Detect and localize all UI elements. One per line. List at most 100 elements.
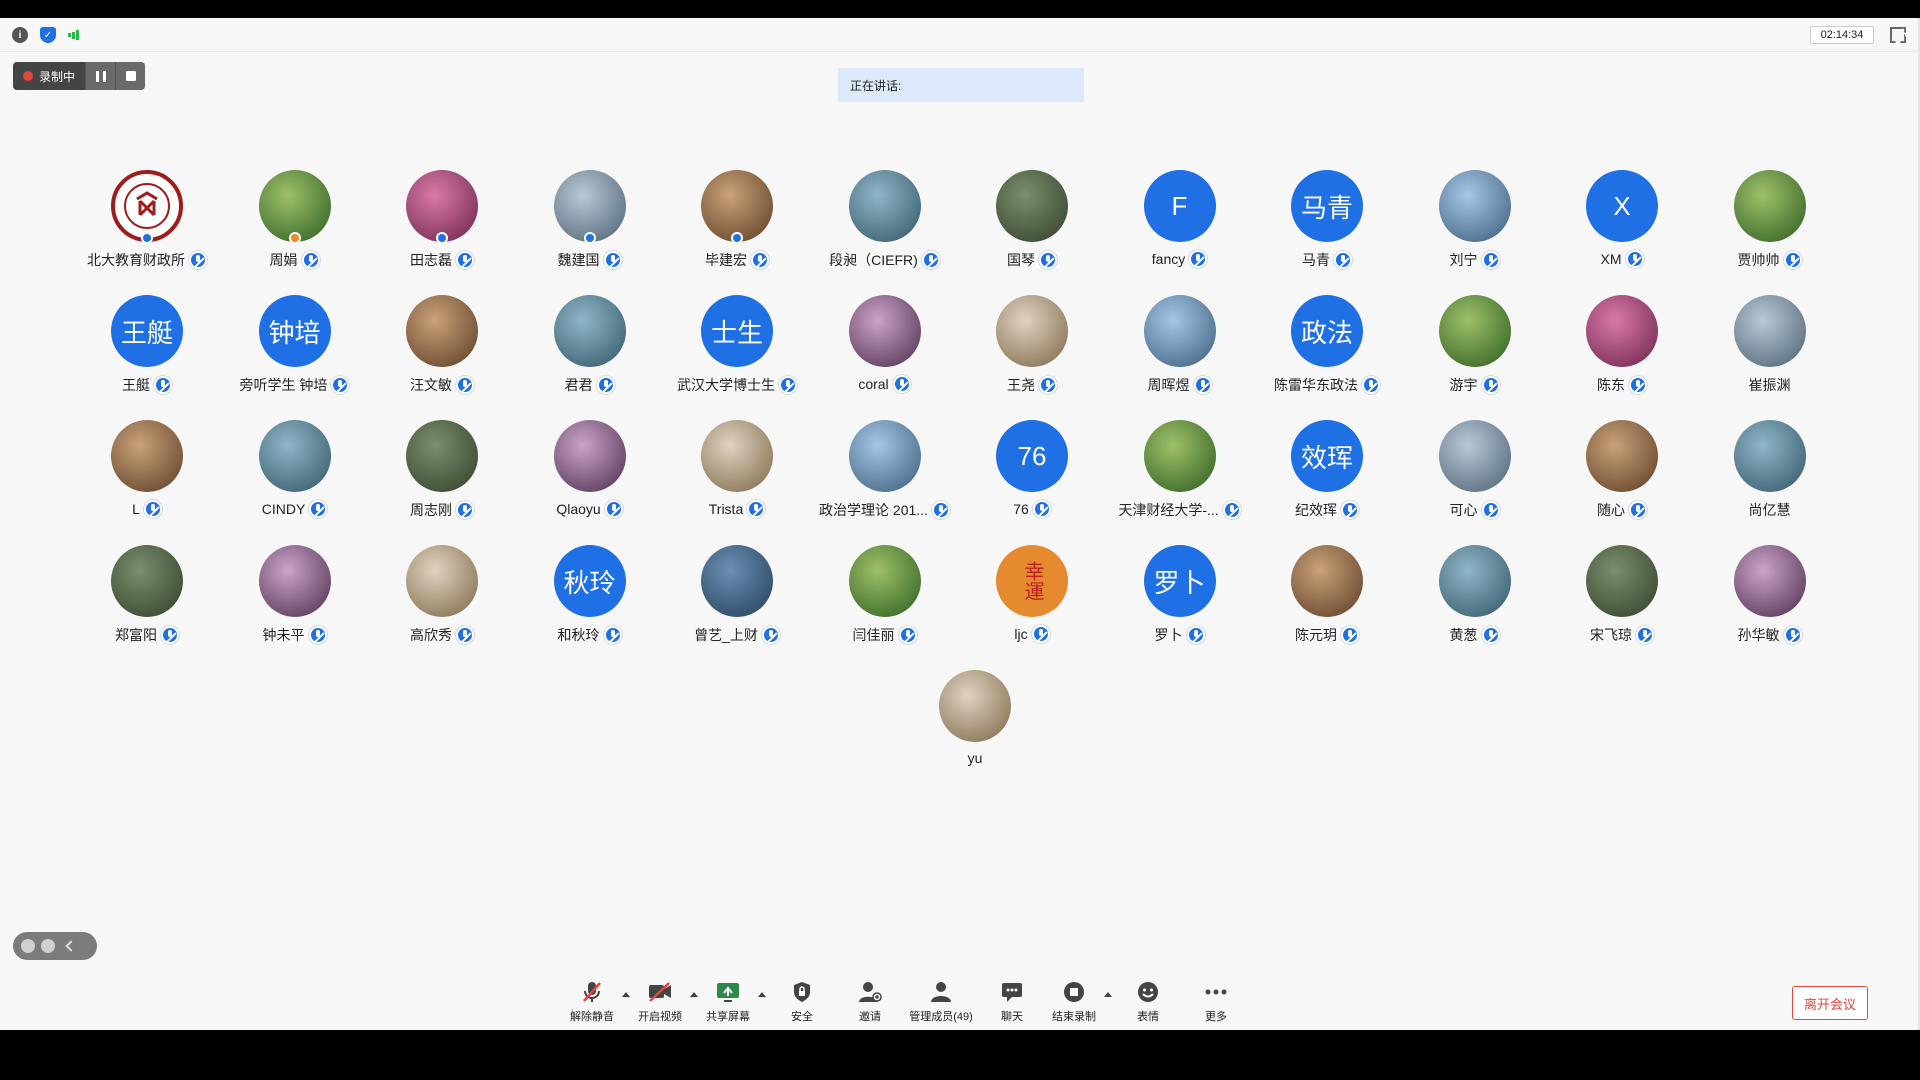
start-video-button[interactable]: 开启视频 <box>628 978 692 1030</box>
participant-tile[interactable]: 刘宁 <box>1400 170 1550 280</box>
security-button[interactable]: 安全 <box>770 978 834 1030</box>
avatar <box>1586 420 1658 492</box>
avatar <box>1733 420 1806 492</box>
participant-tile[interactable]: 陈元玥 <box>1252 545 1402 655</box>
participant-tile[interactable]: 高欣秀 <box>367 545 517 655</box>
more-button[interactable]: 更多 <box>1184 978 1248 1030</box>
chat-bubble-icon[interactable] <box>41 939 55 953</box>
participant-tile[interactable]: 政治学理论 201... <box>810 420 960 530</box>
participant-name-row: 王尧 <box>957 375 1107 395</box>
participant-tile[interactable]: yu <box>900 670 1050 780</box>
participant-tile[interactable]: 周志刚 <box>367 420 517 530</box>
invite-button[interactable]: 邀请 <box>838 978 902 1030</box>
participant-tile[interactable]: 马青 马青 <box>1252 170 1402 280</box>
unmute-button[interactable]: 解除静音 <box>560 978 624 1030</box>
participant-tile[interactable]: 周娟 <box>220 170 370 280</box>
participant-tile[interactable]: 游宇 <box>1400 295 1550 405</box>
participant-tile[interactable]: 王尧 <box>957 295 1107 405</box>
participant-tile[interactable]: Qlaoyu <box>515 420 665 530</box>
collapse-chevron-icon[interactable] <box>65 940 77 952</box>
participant-name-row: 陈东 <box>1547 375 1697 395</box>
participant-name-row: 刘宁 <box>1400 250 1550 270</box>
participant-tile[interactable]: 北大教育财政所 <box>72 170 222 280</box>
signal-icon[interactable] <box>66 27 82 43</box>
participant-name-row: Trista <box>662 500 812 518</box>
participant-tile[interactable]: 贾帅帅 <box>1695 170 1845 280</box>
participant-tile[interactable]: 宋飞琼 <box>1547 545 1697 655</box>
emoji-icon[interactable] <box>21 939 35 953</box>
screen-bottom-border <box>0 1030 1920 1080</box>
share-screen-button[interactable]: 共享屏幕 <box>696 978 760 1030</box>
participant-tile[interactable]: 士生 武汉大学博士生 <box>662 295 812 405</box>
participant-name-row: 王艇 <box>72 375 222 395</box>
participant-name-row: 陈元玥 <box>1252 625 1402 645</box>
muted-mic-icon <box>143 500 162 518</box>
participant-name-row: 钟未平 <box>220 625 370 645</box>
muted-mic-icon <box>456 626 474 644</box>
participant-tile[interactable]: 周晖煜 <box>1105 295 1255 405</box>
muted-mic-icon <box>898 626 917 644</box>
participant-tile[interactable]: Trista <box>662 420 812 530</box>
participant-tile[interactable]: 随心 <box>1547 420 1697 530</box>
participant-tile[interactable]: 毕建宏 <box>662 170 812 280</box>
participant-name-row: 游宇 <box>1400 375 1550 395</box>
participant-tile[interactable]: CINDY <box>220 420 370 530</box>
participant-tile[interactable]: Ffancy <box>1105 170 1255 280</box>
muted-mic-icon <box>456 376 474 394</box>
avatar <box>553 295 626 367</box>
meeting-window: i ✓ 02:14:34 录制中 正在讲话: 北大教育财政所 周娟 田志磊 魏建国 毕建… <box>0 18 1920 1030</box>
participant-name: 王尧 <box>1007 377 1035 393</box>
participant-tile[interactable]: 君君 <box>515 295 665 405</box>
info-icon[interactable]: i <box>12 27 28 43</box>
participant-tile[interactable]: 尚亿慧 <box>1695 420 1845 530</box>
host-badge-icon <box>583 232 596 244</box>
pause-recording-button[interactable] <box>85 62 116 90</box>
participant-tile[interactable]: X XM <box>1547 170 1697 280</box>
participant-tile[interactable]: 罗卜 罗卜 <box>1105 545 1255 655</box>
participant-tile[interactable]: 孙华敏 <box>1695 545 1845 655</box>
participant-tile[interactable]: 天津财经大学-... <box>1105 420 1255 530</box>
participant-tile[interactable]: 田志磊 <box>367 170 517 280</box>
video-off-icon <box>647 980 673 1004</box>
reaction-pill[interactable] <box>13 932 97 960</box>
stop-recording-toolbar-button[interactable]: 结束录制 <box>1042 978 1106 1030</box>
participant-tile[interactable]: 效珲 纪效珲 <box>1252 420 1402 530</box>
participant-tile[interactable]: 段昶（CIEFR) <box>810 170 960 280</box>
avatar <box>939 670 1011 742</box>
participant-name-row: 闫佳丽 <box>810 625 960 645</box>
participant-tile[interactable]: 钟未平 <box>220 545 370 655</box>
reactions-button[interactable]: 表情 <box>1116 978 1180 1030</box>
participant-tile[interactable]: 可心 <box>1400 420 1550 530</box>
fullscreen-icon[interactable] <box>1890 27 1906 43</box>
participant-tile[interactable]: 闫佳丽 <box>810 545 960 655</box>
record-options-caret[interactable] <box>1104 992 1112 997</box>
participant-tile[interactable]: 国琴 <box>957 170 1107 280</box>
participant-tile[interactable]: 郑富阳 <box>72 545 222 655</box>
participant-tile[interactable]: 黄葱 <box>1400 545 1550 655</box>
participant-name: 北大教育财政所 <box>87 252 185 268</box>
participant-tile[interactable]: 曾艺_上财 <box>662 545 812 655</box>
participant-tile[interactable]: 76 76 <box>957 420 1107 530</box>
shield-icon[interactable]: ✓ <box>40 27 56 43</box>
participant-name: 国琴 <box>1007 252 1035 268</box>
share-options-caret[interactable] <box>758 992 766 997</box>
participant-tile[interactable]: 崔振渊 <box>1695 295 1845 405</box>
participant-tile[interactable]: 秋玲 和秋玲 <box>515 545 665 655</box>
screen-top-border <box>0 0 1920 18</box>
participant-tile[interactable]: 汪文敏 <box>367 295 517 405</box>
participant-tile[interactable]: 王艇 王艇 <box>72 295 222 405</box>
participant-tile[interactable]: 魏建国 <box>515 170 665 280</box>
participant-tile[interactable]: 钟培 旁听学生 钟培 <box>220 295 370 405</box>
avatar: 罗卜 <box>1143 545 1216 617</box>
leave-meeting-button[interactable]: 离开会议 <box>1792 986 1868 1020</box>
chat-button[interactable]: 聊天 <box>980 978 1044 1030</box>
manage-participants-button[interactable]: 管理成员(49) <box>906 978 976 1030</box>
participant-tile[interactable]: 政法 陈雷华东政法 <box>1252 295 1402 405</box>
participant-tile[interactable]: 陈东 <box>1547 295 1697 405</box>
recording-bar: 录制中 <box>13 62 146 90</box>
stop-recording-button[interactable] <box>115 62 146 90</box>
participant-tile[interactable]: 幸運 ljc <box>957 545 1107 655</box>
participant-tile[interactable]: coral <box>810 295 960 405</box>
participant-name-row: ljc <box>957 625 1107 643</box>
participant-tile[interactable]: L <box>72 420 222 530</box>
